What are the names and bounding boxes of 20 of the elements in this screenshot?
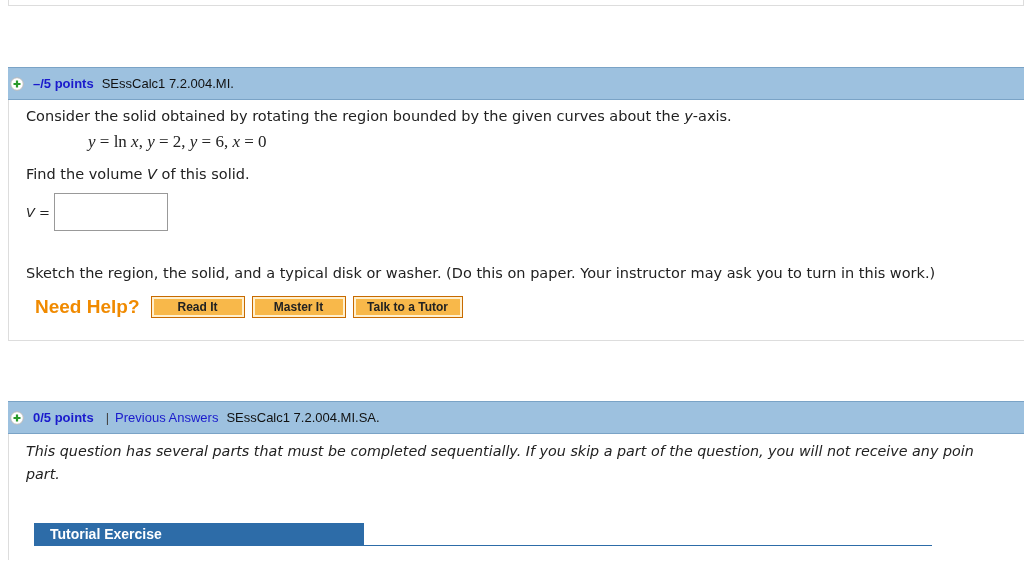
answer-field[interactable] xyxy=(53,193,168,231)
help-button[interactable]: Talk to a Tutor xyxy=(352,296,463,318)
question-text: Find the volume V of this solid. xyxy=(26,166,251,182)
equation: y = ln x, y = 2, y = 6, x = 0 xyxy=(88,132,268,152)
previous-answers-link[interactable]: Previous Answers xyxy=(115,410,219,425)
need-help-label: Need Help? xyxy=(35,296,140,318)
answer-label: V = xyxy=(26,204,50,220)
instruction-text: This question has several parts that must be completed sequentially. If you skip a part of the question, you will not receive any poin part. xyxy=(26,442,975,484)
separator: | xyxy=(105,410,110,425)
instruction-text: Sketch the region, the solid, and a typical disk or washer. (Do this on paper. Your instructor may ask you to turn in this work.) xyxy=(26,265,937,281)
help-button[interactable]: Master It xyxy=(251,296,346,318)
question-code: SEssCalc1 7.2.004.MI. xyxy=(101,76,234,91)
points-label: –/5 points xyxy=(33,76,94,91)
help-button[interactable]: Read It xyxy=(150,296,245,318)
question-code: SEssCalc1 7.2.004.MI.SA. xyxy=(226,410,380,425)
points-label: 0/5 points xyxy=(33,410,94,425)
expand-icon[interactable] xyxy=(10,410,24,425)
section-title: Tutorial Exercise xyxy=(34,523,364,545)
question-text: Consider the solid obtained by rotating the region bounded by the given curves about the y-axis. xyxy=(26,108,733,124)
expand-icon[interactable] xyxy=(10,76,24,91)
